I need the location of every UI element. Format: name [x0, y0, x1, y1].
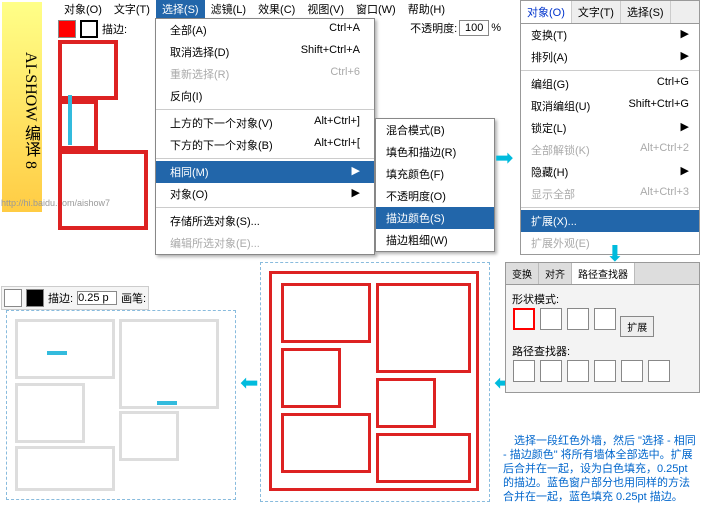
menu-item[interactable]: 下方的下一个对象(B)Alt+Ctrl+[ [156, 134, 374, 156]
rpanel-item[interactable]: 编组(G)Ctrl+G [521, 73, 699, 95]
pathfinder-tabs: 变换对齐路径查找器 [506, 263, 699, 285]
rpanel-item: 显示全部Alt+Ctrl+3 [521, 183, 699, 205]
submenu-item[interactable]: 描边粗细(W) [376, 229, 494, 251]
toolbar-1: 描边: [58, 20, 127, 38]
path-tab[interactable]: 对齐 [539, 263, 572, 284]
arrow-icon: ➡ [495, 145, 513, 171]
rpanel-item[interactable]: 取消编组(U)Shift+Ctrl+G [521, 95, 699, 117]
outline-icon[interactable] [621, 360, 643, 382]
rpanel-tab[interactable]: 选择(S) [621, 1, 671, 23]
minus-back-icon[interactable] [648, 360, 670, 382]
stroke-width-input[interactable] [77, 291, 117, 305]
trim-icon[interactable] [540, 360, 562, 382]
menu-3[interactable]: 滤镜(L) [205, 0, 252, 19]
opacity-input[interactable] [459, 20, 489, 36]
opacity-label: 不透明度: [410, 20, 457, 36]
divide-icon[interactable] [513, 360, 535, 382]
menu-item[interactable]: 对象(O)▶ [156, 183, 374, 205]
canvas-red-thin-plan [260, 262, 490, 502]
brush-label: 画笔: [121, 290, 146, 306]
opacity-pct: % [491, 22, 501, 34]
merge-icon[interactable] [567, 360, 589, 382]
menu-item[interactable]: 相同(M)▶ [156, 161, 374, 183]
canvas-red-plan [58, 40, 158, 238]
rpanel-item[interactable]: 锁定(L)▶ [521, 117, 699, 139]
rpanel-tab[interactable]: 文字(T) [572, 1, 621, 23]
rpanel-item[interactable]: 扩展(X)... [521, 210, 699, 232]
object-panel-tabs: 对象(O)文字(T)选择(S) [521, 1, 699, 24]
submenu-item[interactable]: 不透明度(O) [376, 185, 494, 207]
menu-4[interactable]: 效果(C) [252, 0, 301, 19]
crop-icon[interactable] [594, 360, 616, 382]
path-tab[interactable]: 路径查找器 [572, 263, 635, 284]
rpanel-item[interactable]: 隐藏(H)▶ [521, 161, 699, 183]
menu-item[interactable]: 上方的下一个对象(V)Alt+Ctrl+] [156, 112, 374, 134]
menu-5[interactable]: 视图(V) [301, 0, 350, 19]
canvas-outline-plan [6, 310, 236, 500]
menu-item: 编辑所选对象(E)... [156, 232, 374, 254]
stroke-swatch[interactable] [80, 20, 98, 38]
shape-mode-label: 形状模式: [512, 291, 693, 307]
menu-item[interactable]: 取消选择(D)Shift+Ctrl+A [156, 41, 374, 63]
menu-6[interactable]: 窗口(W) [350, 0, 402, 19]
stroke-label-2: 描边: [48, 290, 73, 306]
pathfinder-panel: 变换对齐路径查找器 形状模式: 扩展 路径查找器: [505, 262, 700, 393]
menu-7[interactable]: 帮助(H) [402, 0, 451, 19]
opacity-box: 不透明度: % [410, 20, 501, 36]
unite-icon[interactable] [513, 308, 535, 330]
rpanel-tab[interactable]: 对象(O) [521, 1, 572, 23]
fill-swatch-2[interactable] [4, 289, 22, 307]
exclude-icon[interactable] [594, 308, 616, 330]
fill-swatch[interactable] [58, 20, 76, 38]
menu-1[interactable]: 文字(T) [108, 0, 156, 19]
rpanel-item: 全部解锁(K)Alt+Ctrl+2 [521, 139, 699, 161]
menu-0[interactable]: 对象(O) [58, 0, 108, 19]
menu-item[interactable]: 全部(A)Ctrl+A [156, 19, 374, 41]
rpanel-item[interactable]: 排列(A)▶ [521, 46, 699, 68]
menu-2[interactable]: 选择(S) [156, 0, 205, 19]
arrow-down-icon: ➡ [602, 244, 628, 262]
pathfinder-label: 路径查找器: [512, 343, 693, 359]
expand-button[interactable]: 扩展 [620, 316, 654, 337]
stroke-label: 描边: [102, 21, 127, 37]
stroke-swatch-2[interactable] [26, 289, 44, 307]
menubar: 对象(O)文字(T)选择(S)滤镜(L)效果(C)视图(V)窗口(W)帮助(H) [58, 0, 451, 18]
minus-front-icon[interactable] [540, 308, 562, 330]
submenu-item[interactable]: 填色和描边(R) [376, 141, 494, 163]
same-submenu: 混合模式(B)填色和描边(R)填充颜色(F)不透明度(O)描边颜色(S)描边粗细… [375, 118, 495, 252]
submenu-item[interactable]: 描边颜色(S) [376, 207, 494, 229]
menu-item: 重新选择(R)Ctrl+6 [156, 63, 374, 85]
path-tab[interactable]: 变换 [506, 263, 539, 284]
caption-text: 选择一段红色外墙，然后 "选择 - 相同 - 描边颜色" 将所有墙体全部选中。扩… [503, 434, 699, 504]
select-menu: 全部(A)Ctrl+A取消选择(D)Shift+Ctrl+A重新选择(R)Ctr… [155, 18, 375, 255]
object-panel: 对象(O)文字(T)选择(S) 变换(T)▶排列(A)▶ 编组(G)Ctrl+G取… [520, 0, 700, 255]
rpanel-item[interactable]: 变换(T)▶ [521, 24, 699, 46]
logo: AI-SHOW 编译 8 [2, 2, 42, 212]
menu-item[interactable]: 存储所选对象(S)... [156, 210, 374, 232]
intersect-icon[interactable] [567, 308, 589, 330]
submenu-item[interactable]: 填充颜色(F) [376, 163, 494, 185]
arrow-left-icon: ➡ [240, 370, 258, 396]
toolbar-2: 描边: 画笔: [1, 286, 149, 310]
menu-item[interactable]: 反向(I) [156, 85, 374, 107]
submenu-item[interactable]: 混合模式(B) [376, 119, 494, 141]
